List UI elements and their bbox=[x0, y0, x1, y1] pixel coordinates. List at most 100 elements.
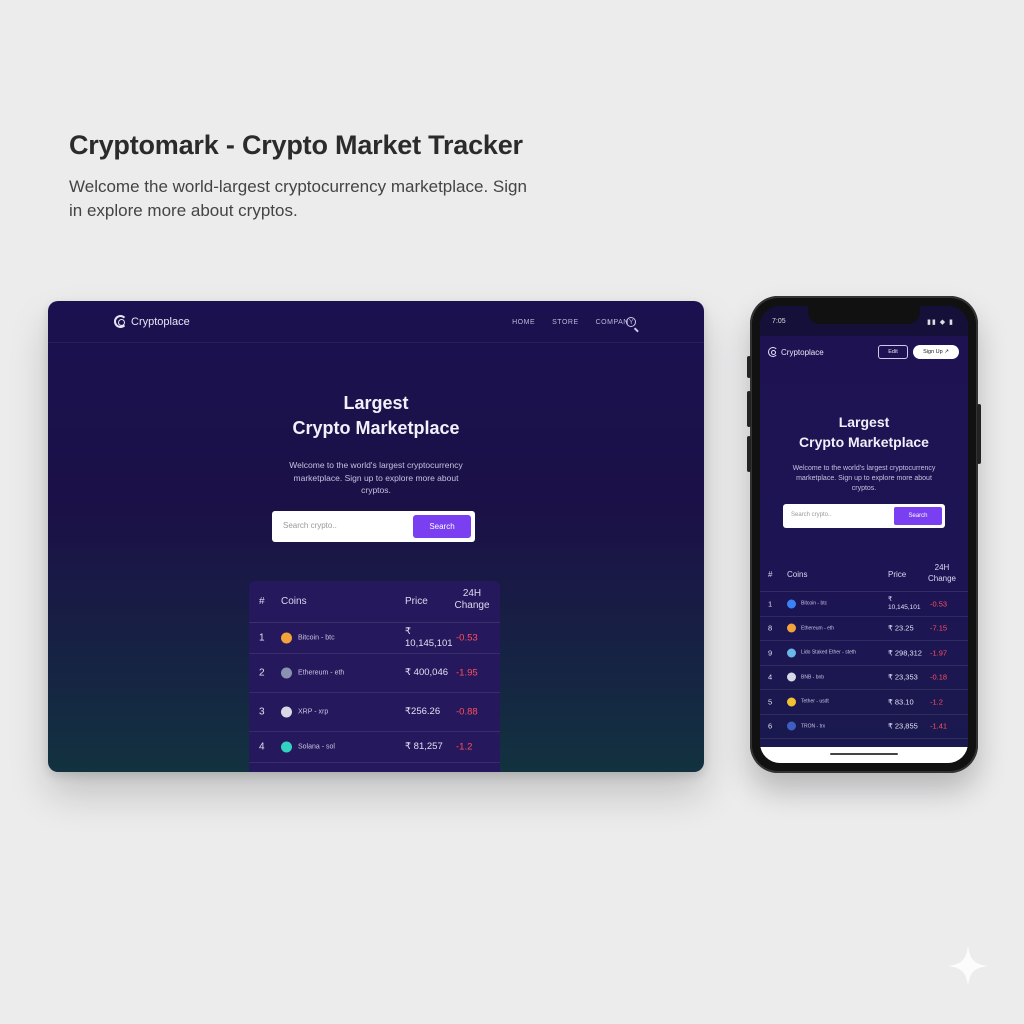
table-row[interactable]: 2 Ethereum - eth ₹ 400,046 -1.95 bbox=[249, 654, 500, 693]
logo-icon bbox=[114, 315, 127, 328]
row-price: ₹ 400,046 bbox=[405, 667, 449, 678]
table-row[interactable]: 1 Bitcoin - btc ₹ 10,145,101 -0.53 bbox=[249, 623, 500, 654]
table-row[interactable]: 3 XRP - xrp ₹256.26 -0.88 bbox=[249, 693, 500, 732]
table-header: # Coins Price 24H Change bbox=[760, 558, 968, 592]
row-rank: 8 bbox=[768, 623, 773, 633]
coin-icon bbox=[787, 599, 796, 609]
row-rank: 9 bbox=[768, 648, 773, 658]
row-change: -1.95 bbox=[456, 667, 478, 679]
table-row[interactable]: 4 Solana - sol ₹ 81,257 -1.2 bbox=[249, 732, 500, 763]
coin-name: BNB - bnb bbox=[801, 674, 825, 681]
row-price: ₹ 10,145,101 bbox=[405, 626, 453, 649]
row-change: -1.41 bbox=[930, 721, 948, 731]
phone-logo[interactable]: Cryptoplace bbox=[768, 347, 824, 357]
phone-volume-down bbox=[747, 436, 751, 472]
row-rank: 2 bbox=[259, 667, 265, 679]
header-price: Price bbox=[405, 596, 428, 607]
table-row[interactable]: 5 Tether - usdt ₹ 83.10 -1.2 bbox=[760, 690, 968, 715]
row-change: -1.2 bbox=[456, 741, 473, 753]
header-change: 24H Change bbox=[454, 588, 490, 611]
table-row[interactable]: 9 Lido Staked Ether - steth ₹ 298,312 -1.97 bbox=[760, 641, 968, 666]
phone-side-button bbox=[747, 356, 751, 378]
row-coin: Lido Staked Ether - steth bbox=[787, 648, 857, 658]
row-change: -7.15 bbox=[930, 623, 948, 633]
home-indicator bbox=[830, 753, 898, 755]
row-change: -0.53 bbox=[930, 599, 948, 609]
phone-navbar: Cryptoplace Edit Sign Up ↗ bbox=[760, 336, 968, 368]
phone-bottom-area bbox=[760, 747, 968, 763]
sparkle-icon bbox=[948, 946, 988, 986]
coin-name: Solana - sol bbox=[298, 743, 335, 751]
coin-name: Ethereum - eth bbox=[801, 625, 835, 632]
hero-title-line2: Crypto Marketplace bbox=[292, 418, 460, 438]
row-coin: Bitcoin - btc bbox=[787, 599, 827, 609]
page-title: Cryptomark - Crypto Market Tracker bbox=[69, 130, 523, 160]
row-price: ₹ 81,257 bbox=[405, 741, 443, 752]
hero-title-line1: Largest bbox=[343, 393, 409, 413]
phone-screen: 7:05 ▮▮ ◆ ▮ Cryptoplace Edit Sign Up ↗ L… bbox=[760, 306, 968, 763]
status-icons: ▮▮ ◆ ▮ bbox=[927, 319, 954, 326]
desktop-coin-table: # Coins Price 24H Change 1 Bitcoin - btc ₹… bbox=[249, 581, 500, 772]
search-icon[interactable] bbox=[626, 317, 636, 327]
desktop-navbar: Cryptoplace HOME STORE COMPANY bbox=[48, 301, 704, 343]
phone-volume-up bbox=[747, 391, 751, 427]
header-price: Price bbox=[888, 570, 907, 579]
header-coins: Coins bbox=[787, 570, 808, 579]
coin-name: Lido Staked Ether - steth bbox=[801, 649, 857, 656]
table-row[interactable]: 4 BNB - bnb ₹ 23,353 -0.18 bbox=[760, 666, 968, 690]
table-body: 1 Bitcoin - btc ₹ 10,145,101 -0.53 2 Ethereum… bbox=[249, 623, 500, 763]
page-header: Cryptomark - Crypto Market Tracker Welco… bbox=[69, 130, 589, 223]
row-price: ₹ 10,145,101 bbox=[888, 595, 921, 611]
header-coins: Coins bbox=[281, 596, 307, 607]
row-coin: Ethereum - eth bbox=[281, 667, 344, 679]
nav-link-home[interactable]: HOME bbox=[512, 319, 535, 326]
hero-title-line2: Crypto Marketplace bbox=[799, 434, 929, 450]
brand-name: Cryptoplace bbox=[781, 347, 824, 357]
table-row[interactable]: 1 Bitcoin - btc ₹ 10,145,101 -0.53 bbox=[760, 592, 968, 617]
row-change: -0.88 bbox=[456, 706, 478, 718]
search-input[interactable]: Search crypto.. bbox=[283, 521, 337, 530]
row-rank: 1 bbox=[259, 632, 265, 644]
desktop-hero: Largest Crypto Marketplace Welcome to th… bbox=[48, 391, 704, 497]
coin-icon bbox=[787, 697, 796, 707]
login-button[interactable]: Edit bbox=[878, 345, 908, 359]
nav-link-store[interactable]: STORE bbox=[552, 319, 579, 326]
phone-coin-table: # Coins Price 24H Change 1 Bitcoin - btc ₹… bbox=[760, 558, 968, 739]
row-price: ₹ 83.10 bbox=[888, 697, 914, 707]
coin-icon bbox=[787, 623, 796, 633]
search-button[interactable]: Search bbox=[413, 515, 471, 538]
coin-icon bbox=[281, 632, 292, 644]
search-input[interactable]: Search crypto.. bbox=[791, 512, 831, 518]
coin-icon bbox=[281, 741, 292, 753]
table-header: # Coins Price 24H Change bbox=[249, 581, 500, 623]
coin-icon bbox=[281, 706, 292, 718]
row-price: ₹ 23,353 bbox=[888, 672, 918, 682]
coin-name: Bitcoin - btc bbox=[298, 634, 335, 642]
coin-name: Tether - usdt bbox=[801, 698, 829, 705]
phone-mockup: 7:05 ▮▮ ◆ ▮ Cryptoplace Edit Sign Up ↗ L… bbox=[747, 296, 981, 773]
row-rank: 4 bbox=[768, 672, 773, 682]
row-rank: 6 bbox=[768, 721, 773, 731]
phone-power-button bbox=[977, 404, 981, 464]
row-rank: 4 bbox=[259, 741, 265, 753]
row-change: -0.18 bbox=[930, 672, 948, 682]
phone-notch bbox=[808, 306, 920, 324]
coin-icon bbox=[787, 721, 796, 731]
desktop-logo[interactable]: Cryptoplace bbox=[114, 315, 190, 328]
search-button[interactable]: Search bbox=[894, 507, 942, 525]
header-rank: # bbox=[259, 596, 265, 607]
table-row[interactable]: 6 TRON - trx ₹ 23,855 -1.41 bbox=[760, 715, 968, 739]
row-coin: Tether - usdt bbox=[787, 697, 829, 707]
logo-icon bbox=[768, 347, 778, 357]
row-rank: 1 bbox=[768, 599, 773, 609]
row-coin: XRP - xrp bbox=[281, 706, 328, 718]
desktop-nav-links: HOME STORE COMPANY bbox=[512, 319, 634, 326]
coin-icon bbox=[787, 672, 796, 682]
table-row[interactable]: 8 Ethereum - eth ₹ 23.25 -7.15 bbox=[760, 617, 968, 641]
row-coin: BNB - bnb bbox=[787, 672, 825, 682]
row-change: -1.2 bbox=[930, 697, 943, 707]
desktop-mockup: Cryptoplace HOME STORE COMPANY Largest C… bbox=[48, 301, 704, 772]
signup-button[interactable]: Sign Up ↗ bbox=[913, 345, 959, 359]
page-subtitle: Welcome the world-largest cryptocurrency… bbox=[69, 177, 527, 220]
hero-title-line1: Largest bbox=[838, 414, 890, 430]
